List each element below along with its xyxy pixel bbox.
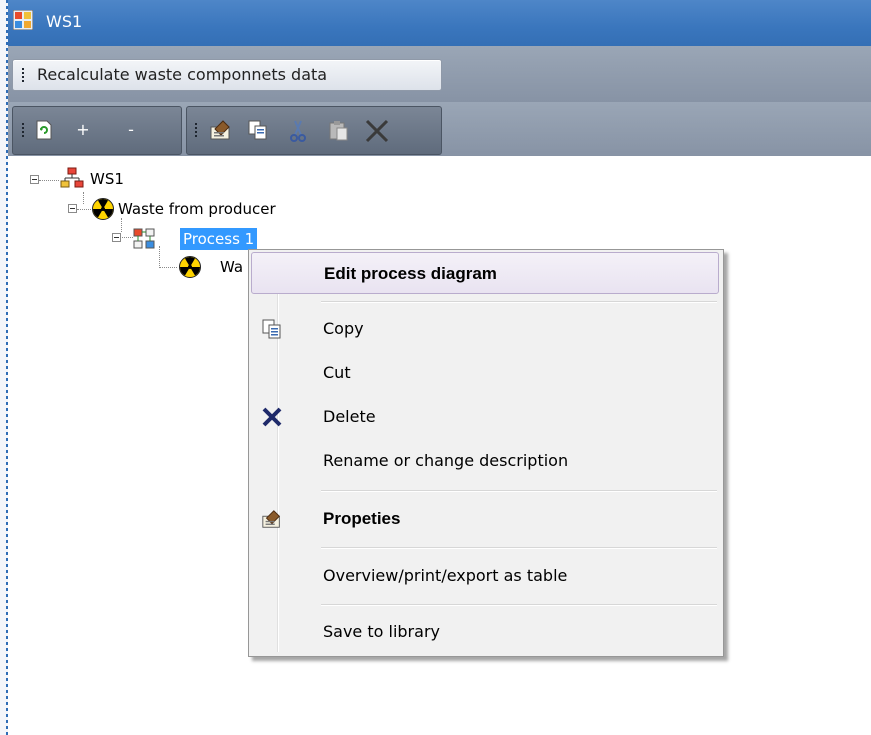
menu-label: Cut [323,363,351,382]
menu-label: Propeties [323,509,401,528]
menu-item-delete[interactable]: Delete [251,396,719,438]
tree-node-process-1[interactable]: Process 1 [8,228,328,250]
recalculate-label: Recalculate waste componnets data [37,65,328,84]
tree-node-ws1[interactable]: WS1 [8,167,188,190]
menu-label: Edit process diagram [324,264,497,283]
menu-item-save-to-library[interactable]: Save to library [251,611,719,653]
menu-item-copy[interactable]: Copy [251,308,719,350]
radiation-icon [92,198,114,220]
menu-label: Save to library [323,622,440,641]
menu-item-rename[interactable]: Rename or change description [251,440,719,482]
menu-label: Delete [323,407,376,426]
menu-label: Rename or change description [323,451,569,470]
collapse-toggle[interactable] [30,175,39,184]
tree-node-label: Waste from producer [118,200,276,218]
radiation-icon [179,256,201,278]
tree-node-waste-from-producer[interactable]: Waste from producer [8,198,428,220]
toolbar-grip[interactable] [195,123,197,137]
delete-icon [262,407,282,427]
menu-label: Overview/print/export as table [323,566,568,585]
tree-node-waste-sub[interactable]: Wa [8,256,268,278]
refresh-icon[interactable] [35,120,53,140]
toolbar-grip[interactable] [22,123,24,137]
menu-item-cut[interactable]: Cut [251,352,719,394]
menu-item-overview[interactable]: Overview/print/export as table [251,555,719,597]
window-titlebar: WS1 [8,0,871,46]
properties-icon [262,510,280,528]
cut-icon[interactable] [287,119,309,143]
copy-icon[interactable] [247,119,269,141]
window-left-edge [0,0,8,735]
paste-icon[interactable] [327,119,349,141]
collapse-toggle[interactable] [68,204,77,213]
process-icon [133,228,155,249]
menu-label: Copy [323,319,364,338]
tree-node-label: Wa [220,258,244,276]
context-menu: Edit process diagram Copy Cut Delete Ren… [248,249,724,657]
network-icon [60,167,84,188]
menu-separator [321,301,717,303]
properties-icon[interactable] [209,119,233,141]
toolstrip-tree: + - [12,106,182,155]
tree-node-label: WS1 [90,170,124,188]
window-title: WS1 [46,12,83,31]
toolstrip-edit [186,106,442,155]
menu-separator [321,547,717,549]
app-icon [13,10,33,30]
add-button[interactable]: + [73,117,93,143]
delete-icon[interactable] [363,118,391,144]
toolbar-grip[interactable] [22,68,24,82]
menu-item-properties[interactable]: Propeties [251,498,719,540]
remove-button[interactable]: - [121,117,141,143]
tree-node-label-selected: Process 1 [180,228,258,250]
menu-separator [321,604,717,606]
collapse-toggle[interactable] [112,233,121,242]
recalculate-button[interactable]: Recalculate waste componnets data [12,59,442,91]
menu-separator [321,490,717,492]
copy-icon [262,319,281,339]
menu-item-edit-process-diagram[interactable]: Edit process diagram [251,252,719,294]
